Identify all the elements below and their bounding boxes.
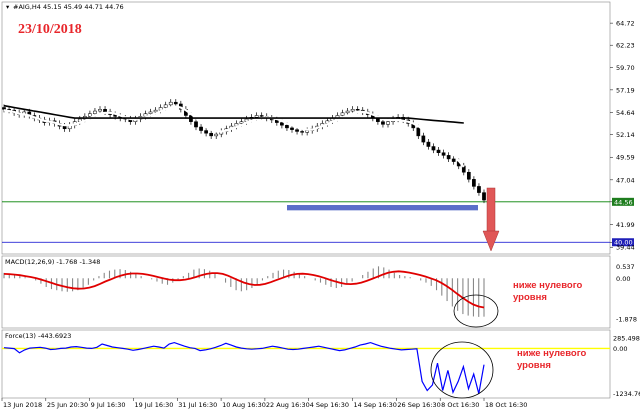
candle-body	[62, 125, 67, 130]
macd-tick-label: 0.537	[616, 263, 635, 271]
support-band	[287, 205, 478, 211]
time-tick-label: 4 Sep 16:30	[310, 401, 349, 409]
force-tick-label: -1234.76	[613, 390, 640, 398]
candle-body	[173, 101, 178, 105]
candle-body	[153, 109, 158, 113]
trading-chart: ▾ #AIG,H4 45.15 45.49 44.71 44.76 23/10/…	[1, 1, 640, 409]
force-axis: 285.4982 0.00 -1234.76	[613, 334, 640, 398]
force-tick-label: 285.4982	[613, 334, 640, 342]
date-label: 23/10/2018	[18, 22, 82, 37]
candle-body	[295, 129, 299, 132]
candle-body	[148, 111, 153, 114]
time-tick-label: 26 Sep 16:30	[397, 401, 440, 409]
candle-body	[290, 127, 294, 130]
candle-body	[345, 110, 350, 114]
candle-body	[466, 171, 471, 180]
force-tick-label: 0.00	[613, 345, 627, 353]
price-panel	[1, 1, 611, 255]
time-tick-label: 22 Aug 16:30	[266, 401, 310, 409]
candle-body	[93, 110, 97, 114]
macd-note-2: уровня	[513, 292, 547, 303]
symbol-header: #AIG,H4 45.15 45.49 44.71 44.76	[13, 3, 124, 11]
time-tick-label: 8 Oct 16:30	[441, 401, 479, 409]
macd-tick-label: -1.878	[616, 316, 637, 324]
price-tick-label: 57.19	[616, 86, 635, 94]
macd-axis: 0.537 0.00 -1.878	[616, 263, 637, 323]
force-note-2: уровня	[517, 360, 551, 371]
price-tag-label: 44.56	[614, 198, 633, 206]
candle-body	[239, 121, 244, 124]
candle-body	[2, 107, 6, 110]
candle-body	[416, 127, 421, 137]
candle-body	[254, 115, 259, 118]
price-axis: 64.72 62.23 59.70 57.19 54.64 52.14 49.59 47.04…	[610, 20, 635, 252]
time-tick-label: 25 Jun 20:30	[47, 401, 88, 409]
price-tick-label: 59.70	[616, 64, 635, 72]
candle-body	[472, 179, 476, 187]
candle-body	[446, 155, 451, 160]
candle-body	[98, 109, 102, 112]
candle-body	[88, 113, 92, 117]
candle-body	[381, 121, 385, 125]
time-tick-label: 10 Aug 16:30	[222, 401, 266, 409]
time-tick-label: 31 Jul 16:30	[178, 401, 217, 409]
force-note-1: ниже нулевого	[517, 348, 587, 359]
candle-body	[305, 130, 310, 133]
time-tick-label: 9 Jul 16:30	[91, 401, 126, 409]
candle-body	[426, 141, 431, 147]
candle-body	[209, 132, 214, 137]
candle-body	[194, 121, 198, 128]
price-tick-label: 41.99	[616, 221, 635, 229]
candle-body	[441, 152, 446, 156]
price-tick-label: 39.44	[616, 244, 635, 252]
candle-body	[285, 124, 289, 129]
time-axis: 13 Jun 2018 25 Jun 20:30 9 Jul 16:30 19 Jul…	[1, 398, 527, 409]
candle-body	[482, 192, 486, 201]
candle-body	[386, 121, 390, 125]
candle-body	[204, 130, 208, 134]
macd-note-1: ниже нулевого	[513, 280, 583, 291]
candle-body	[280, 122, 284, 126]
candle-body	[421, 135, 426, 143]
candle-body	[340, 112, 345, 116]
support-label: поддержка	[353, 189, 414, 199]
candle-body	[431, 146, 436, 151]
candle-body	[477, 186, 481, 193]
price-tick-label: 49.59	[616, 154, 635, 162]
candle-body	[103, 109, 107, 113]
candle-body	[199, 126, 203, 131]
force-title: Force(13) -443.6923	[5, 332, 71, 340]
time-tick-label: 14 Sep 16:30	[354, 401, 397, 409]
price-tick-label: 47.04	[616, 176, 635, 184]
price-tick-label: 54.64	[616, 109, 635, 117]
candle-body	[163, 104, 168, 108]
candle-body	[300, 131, 304, 133]
candle-body	[355, 109, 360, 111]
candle-body	[350, 109, 355, 112]
price-tick-label: 62.23	[616, 42, 635, 50]
macd-tick-label: 0.00	[616, 275, 630, 283]
macd-title: MACD(12,26,9) -1.768 -1.348	[5, 258, 100, 266]
candle-body	[451, 158, 456, 162]
candle-body	[214, 133, 219, 137]
candle-body	[259, 115, 264, 117]
time-tick-label: 18 Oct 16:30	[485, 401, 527, 409]
candle-body	[168, 101, 173, 106]
time-tick-label: 19 Jul 16:30	[134, 401, 173, 409]
time-tick-label: 13 Jun 2018	[3, 401, 42, 409]
price-tick-label: 52.14	[616, 131, 635, 139]
price-tick-label: 64.72	[616, 20, 635, 28]
candle-body	[436, 149, 441, 153]
